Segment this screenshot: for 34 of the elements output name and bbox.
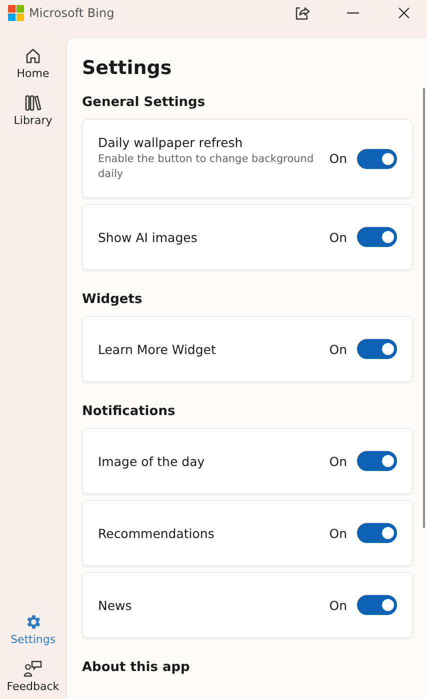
toggle-switch[interactable] [357,595,397,615]
setting-label: Daily wallpaper refresh [98,135,244,150]
page-title: Settings [82,57,173,79]
toggle-switch[interactable] [357,339,397,359]
toggle-state-label: On [329,454,347,468]
setting-description: Enable the button to change background daily [98,152,315,182]
feedback-icon [23,660,43,678]
sidebar-item[interactable]: Home [2,47,64,80]
home-icon [24,47,42,65]
books-icon [24,94,42,112]
windows-logo-icon [8,4,24,20]
toggle-state-label: On [329,230,347,244]
section-heading: Notifications [82,404,176,419]
toggle-state-label: On [329,526,347,540]
section-heading: General Settings [82,95,206,110]
scrollbar[interactable] [423,88,425,528]
sidebar-item[interactable]: Library [2,94,64,127]
setting-label: Show AI images [98,230,198,244]
section-heading: About this app [82,660,191,675]
toggle-state-label: On [329,151,347,166]
setting-label: Image of the day [98,454,206,468]
toggle-state-label: On [329,342,347,356]
setting-label: Learn More Widget [98,342,217,356]
section-heading: Widgets [82,292,144,307]
setting-label: News [98,598,133,612]
window-title: Microsoft Bing [29,6,114,20]
toggle-switch[interactable] [357,451,397,471]
toggle-state-label: On [329,598,347,612]
toggle-switch[interactable] [357,523,397,543]
toggle-switch[interactable] [357,148,397,168]
sidebar-item[interactable]: Feedback [2,660,64,693]
setting-label: Recommendations [98,526,216,540]
toggle-switch[interactable] [357,227,397,247]
sidebar-item[interactable]: Settings [2,613,64,646]
